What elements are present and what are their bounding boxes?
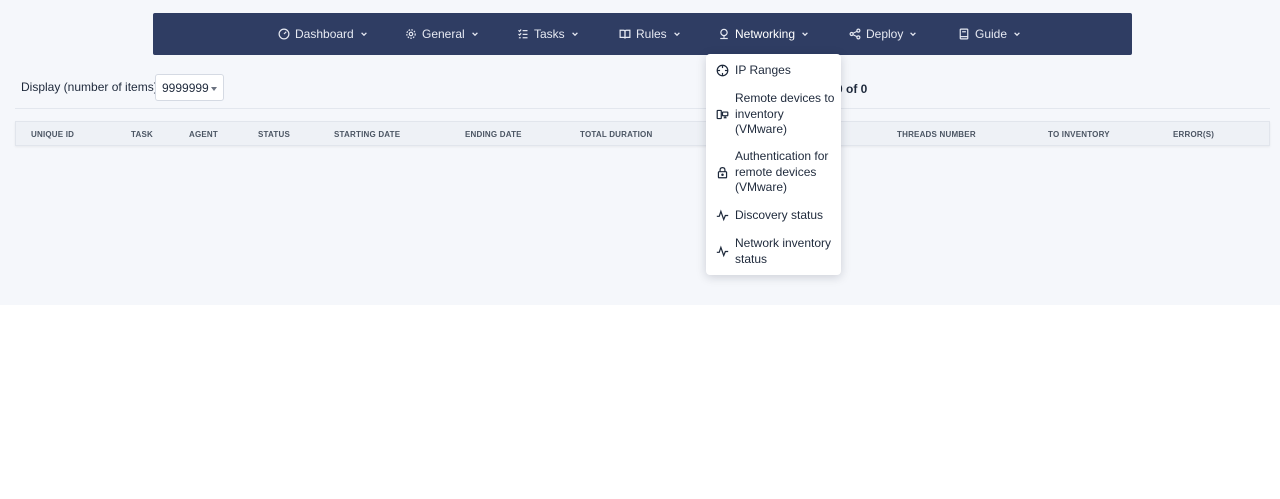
book-icon bbox=[619, 29, 631, 39]
activity-icon bbox=[716, 245, 729, 258]
column-header-threads-number[interactable]: THREADS NUMBER bbox=[897, 130, 976, 139]
display-count-label: Display (number of items) bbox=[21, 80, 158, 94]
nav-networking[interactable]: Networking bbox=[718, 13, 809, 55]
checklist-icon bbox=[518, 29, 528, 39]
nav-label: Rules bbox=[636, 27, 667, 41]
menu-item-label: Authentication for remote devices (VMwar… bbox=[735, 149, 829, 194]
devices-icon bbox=[716, 108, 729, 121]
nav-label: Tasks bbox=[534, 27, 565, 41]
gauge-icon bbox=[278, 28, 290, 40]
nav-label: Networking bbox=[735, 27, 796, 41]
nav-tasks[interactable]: Tasks bbox=[517, 13, 579, 55]
networking-dropdown-menu: IP Ranges Remote devices to inventory (V… bbox=[706, 54, 841, 275]
nav-label: General bbox=[422, 27, 465, 41]
display-count-value: 9999999 bbox=[162, 80, 209, 95]
nav-dashboard[interactable]: Dashboard bbox=[278, 13, 368, 55]
column-header-unique-id[interactable]: UNIQUE ID bbox=[31, 130, 74, 139]
divider bbox=[15, 108, 1270, 109]
column-header-ending-date[interactable]: ENDING DATE bbox=[465, 130, 522, 139]
chevron-down-icon bbox=[571, 32, 578, 37]
nav-rules[interactable]: Rules bbox=[619, 13, 681, 55]
menu-item-label: IP Ranges bbox=[735, 63, 791, 77]
column-header-to-inventory[interactable]: TO INVENTORY bbox=[1048, 130, 1110, 139]
share-icon bbox=[849, 28, 861, 40]
display-count-select[interactable]: 9999999 bbox=[155, 74, 224, 101]
activity-icon bbox=[716, 209, 729, 222]
nav-label: Guide bbox=[975, 27, 1008, 41]
column-header-status[interactable]: STATUS bbox=[258, 130, 290, 139]
menu-item-label: Discovery status bbox=[735, 208, 824, 222]
chevron-down-icon bbox=[360, 32, 367, 37]
nav-label: Deploy bbox=[866, 27, 904, 41]
menu-item-remote-devices[interactable]: Remote devices to inventory (VMware) bbox=[706, 91, 841, 138]
chevron-down-icon bbox=[802, 32, 808, 37]
column-header-starting-date[interactable]: STARTING DATE bbox=[334, 130, 400, 139]
chevron-down-icon bbox=[471, 32, 478, 37]
top-navbar: Dashboard General Tasks Rules Networking… bbox=[153, 13, 1132, 55]
chevron-down-icon bbox=[1014, 32, 1020, 37]
network-icon bbox=[720, 28, 728, 40]
caret-down-icon bbox=[211, 87, 217, 91]
menu-item-discovery-status[interactable]: Discovery status bbox=[706, 208, 841, 224]
chevron-down-icon bbox=[910, 32, 917, 37]
gear-icon bbox=[406, 29, 416, 39]
menu-item-ip-ranges[interactable]: IP Ranges bbox=[706, 63, 841, 79]
nav-deploy[interactable]: Deploy bbox=[849, 13, 917, 55]
lock-icon bbox=[716, 166, 729, 179]
menu-item-label: Network inventory status bbox=[735, 236, 832, 266]
column-header-task[interactable]: TASK bbox=[131, 130, 153, 139]
table-header: UNIQUE ID TASK AGENT STATUS STARTING DAT… bbox=[15, 121, 1270, 146]
guide-book-icon bbox=[959, 28, 969, 40]
column-header-errors[interactable]: ERROR(S) bbox=[1173, 130, 1214, 139]
column-header-agent[interactable]: AGENT bbox=[189, 130, 218, 139]
menu-item-network-inventory-status[interactable]: Network inventory status bbox=[706, 236, 841, 268]
nav-general[interactable]: General bbox=[405, 13, 479, 55]
nav-label: Dashboard bbox=[295, 27, 354, 41]
menu-item-label: Remote devices to inventory (VMware) bbox=[735, 91, 835, 136]
crosshair-icon bbox=[716, 64, 729, 77]
chevron-down-icon bbox=[673, 32, 680, 37]
menu-item-authentication[interactable]: Authentication for remote devices (VMwar… bbox=[706, 149, 841, 196]
column-header-total-duration[interactable]: TOTAL DURATION bbox=[580, 130, 652, 139]
nav-guide[interactable]: Guide bbox=[958, 13, 1021, 55]
